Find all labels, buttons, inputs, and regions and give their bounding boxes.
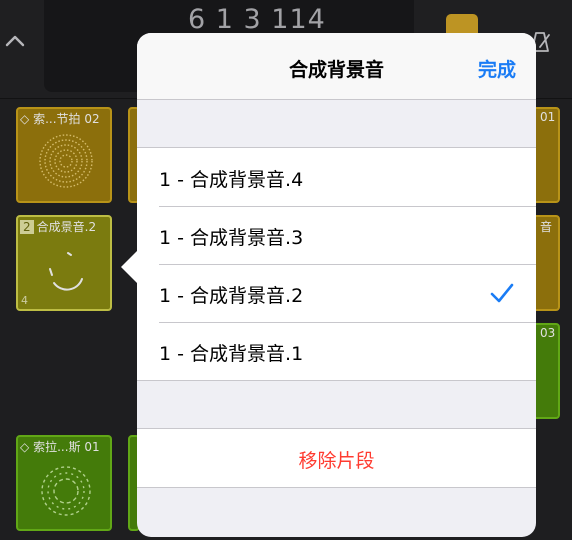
list-item-label: 1 - 合成背景音.4 [159,169,304,191]
popover-arrow [121,250,138,284]
list-item-label: 1 - 合成背景音.1 [159,343,304,365]
list-item[interactable]: 1 - 合成背景音.3 [137,206,536,264]
list-item-label: 1 - 合成背景音.3 [159,227,304,249]
checkmark-icon [490,283,514,303]
list-item[interactable]: 1 - 合成背景音.4 [137,148,536,206]
region-picker-popover: 合成背景音 完成 1 - 合成背景音.4 1 - 合成背景音.3 1 - 合成背… [137,33,536,537]
remove-region-button[interactable]: 移除片段 [137,428,536,488]
remove-region-label: 移除片段 [298,450,375,472]
region-list: 1 - 合成背景音.4 1 - 合成背景音.3 1 - 合成背景音.2 1 - … [137,147,536,381]
list-item-selected[interactable]: 1 - 合成背景音.2 [137,264,536,322]
done-button[interactable]: 完成 [478,55,516,82]
popover-nav-bar: 合成背景音 完成 [137,33,536,100]
popover-title: 合成背景音 [288,59,384,81]
live-loops-screen: 6 1 3 114 18 ◇ 索...节拍 02 [0,0,572,540]
list-item-label: 1 - 合成背景音.2 [159,285,304,307]
list-item[interactable]: 1 - 合成背景音.1 [137,322,536,380]
